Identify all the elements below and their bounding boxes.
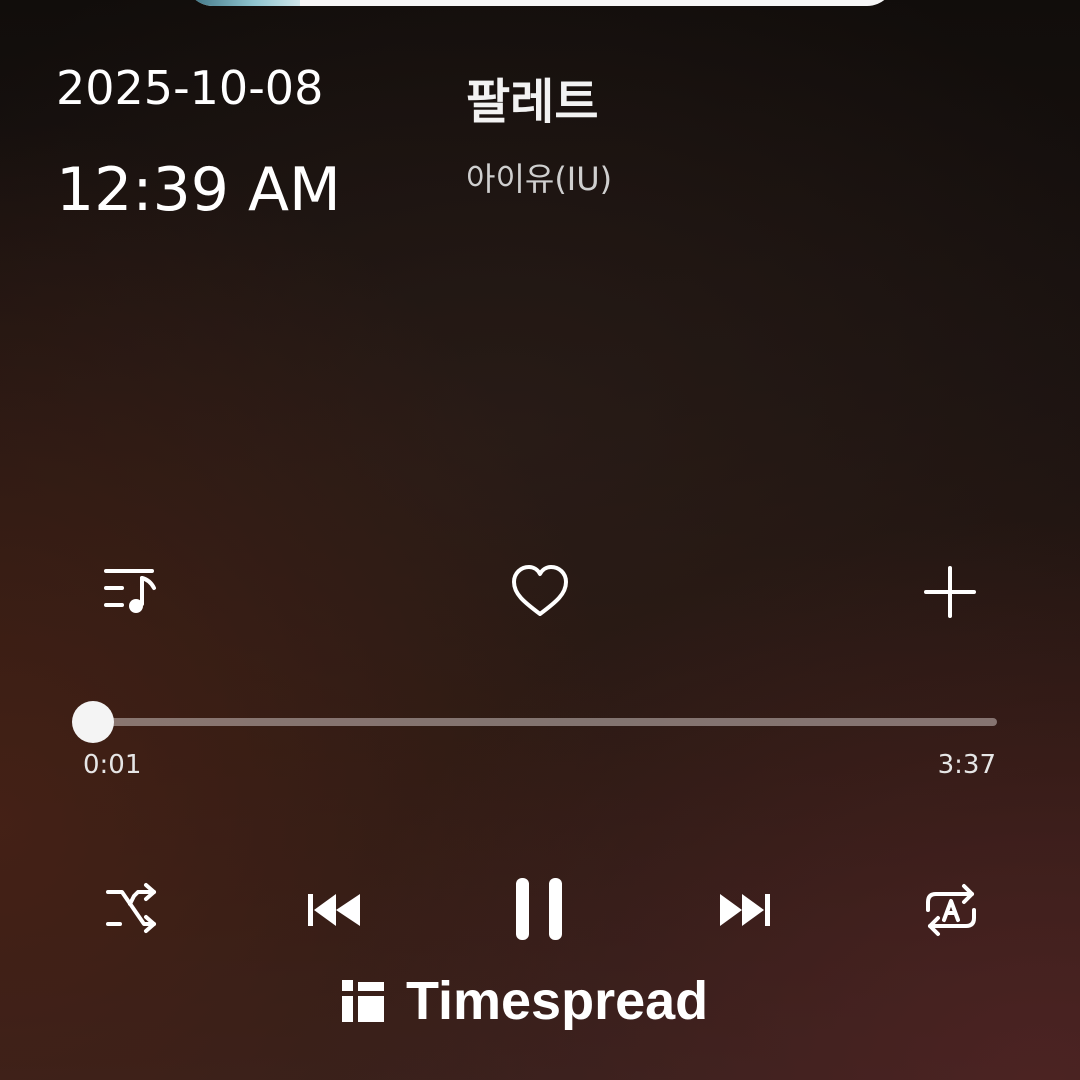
current-time: 12:39 AM <box>56 155 341 225</box>
progress-bar[interactable] <box>71 701 997 743</box>
current-date: 2025-10-08 <box>56 61 324 115</box>
shuffle-icon[interactable] <box>102 882 160 938</box>
plus-icon[interactable] <box>922 564 978 620</box>
album-art-card[interactable] <box>185 0 895 6</box>
elapsed-time: 0:01 <box>83 750 142 780</box>
playlist-music-icon[interactable] <box>100 564 160 620</box>
album-art-image <box>185 0 300 6</box>
timespread-logo-icon <box>340 978 386 1024</box>
artist-name[interactable]: 아이유(IU) <box>466 158 612 200</box>
heart-outline-icon[interactable] <box>510 564 570 620</box>
pause-icon[interactable] <box>512 876 568 942</box>
repeat-ab-icon[interactable] <box>922 882 980 938</box>
song-title: 팔레트 <box>466 74 599 130</box>
brand-name: Timespread <box>406 971 709 1031</box>
music-player-screen: 2025-10-08 12:39 AM 팔레트 아이유(IU) 0:01 3:3… <box>0 0 1080 1080</box>
timespread-logo: Timespread <box>340 966 708 1036</box>
skip-previous-icon[interactable] <box>306 884 362 936</box>
total-duration: 3:37 <box>937 750 996 780</box>
progress-thumb[interactable] <box>71 701 114 743</box>
skip-next-icon[interactable] <box>718 884 774 936</box>
